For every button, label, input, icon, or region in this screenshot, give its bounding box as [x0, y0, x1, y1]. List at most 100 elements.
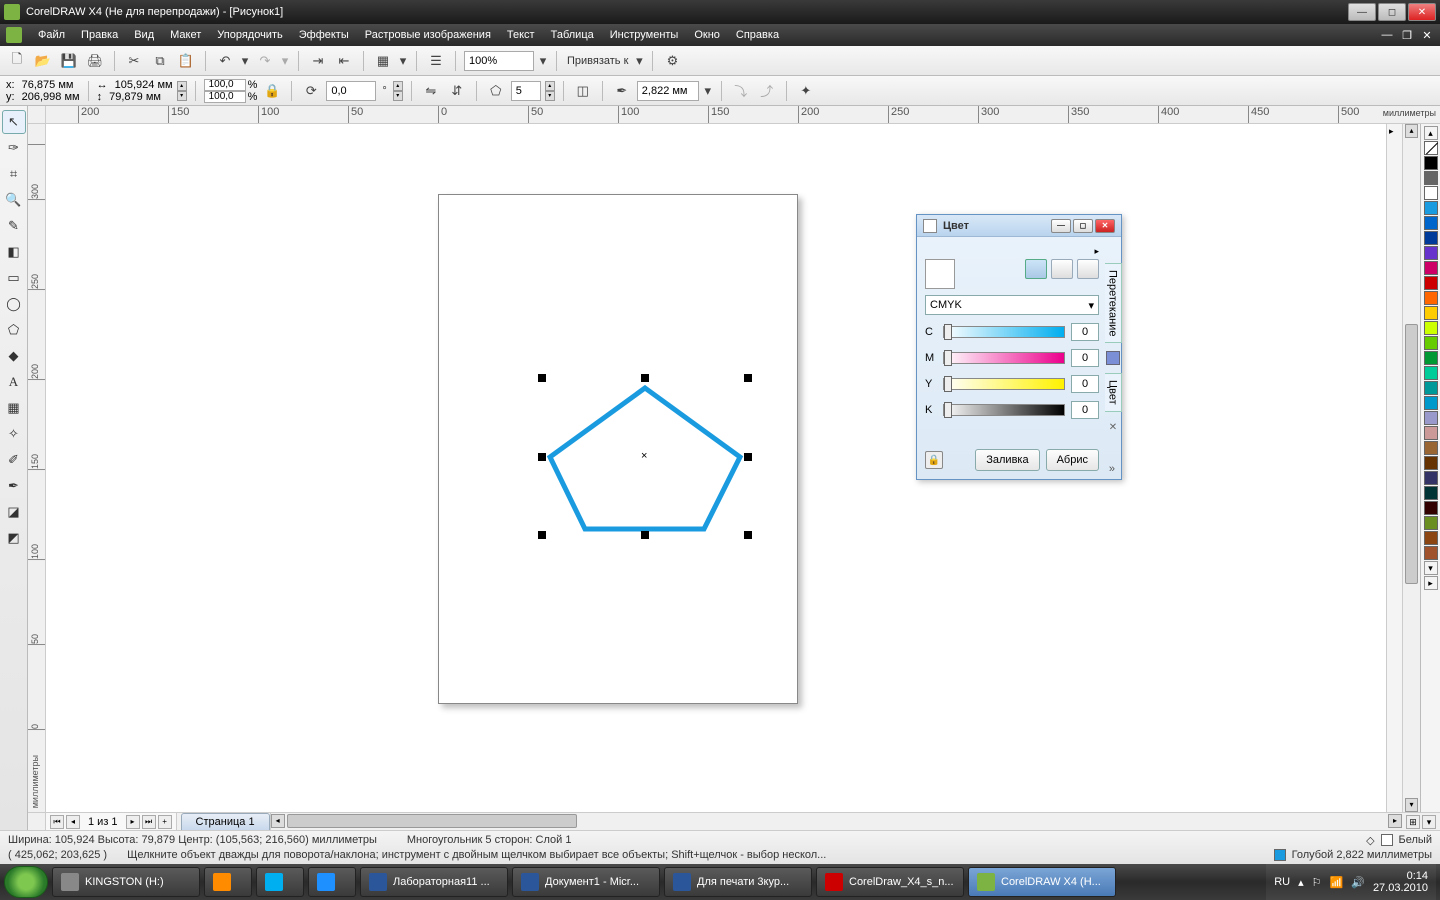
table-tool[interactable]: ▦ — [2, 396, 26, 420]
palette-swatch[interactable] — [1424, 321, 1438, 335]
undo-button[interactable]: ↶ — [214, 50, 236, 72]
scroll-right-button[interactable]: ▸ — [1388, 814, 1402, 828]
selection-center[interactable]: × — [641, 450, 647, 462]
vertical-ruler[interactable]: миллиметры 300250200150100500 — [28, 124, 46, 812]
side-tab-close[interactable]: ✕ — [1106, 420, 1121, 435]
interactive-tool[interactable]: ✧ — [2, 422, 26, 446]
selection-handle[interactable] — [744, 374, 752, 382]
welcome-button[interactable]: ☰ — [425, 50, 447, 72]
palette-swatch[interactable] — [1424, 291, 1438, 305]
rotation-spinner[interactable]: ▴▾ — [393, 81, 403, 101]
palette-swatch[interactable] — [1424, 231, 1438, 245]
navigator-button[interactable]: ⊞ — [1406, 815, 1420, 829]
pick-tool[interactable]: ↖ — [2, 110, 26, 134]
lock-button[interactable]: 🔒 — [925, 451, 943, 469]
side-tab-blend[interactable]: Перетекание — [1105, 263, 1122, 343]
app-launcher-button[interactable]: ▦ — [372, 50, 394, 72]
polygon-tool[interactable]: ⬠ — [2, 318, 26, 342]
print-button[interactable]: 🖨 — [84, 50, 106, 72]
docker-strip[interactable]: ▸ — [1386, 124, 1402, 812]
scale-x-input[interactable] — [204, 79, 246, 91]
channel-slider[interactable] — [943, 352, 1065, 364]
doc-minimize-button[interactable]: — — [1380, 29, 1394, 42]
outline-width-input[interactable] — [637, 81, 699, 101]
taskbar-item[interactable]: Лабораторная11 ... — [360, 867, 508, 897]
no-color-swatch[interactable] — [1424, 141, 1438, 155]
selection-handle[interactable] — [538, 374, 546, 382]
side-tab-color-swatch[interactable] — [1106, 351, 1120, 365]
channel-value[interactable]: 0 — [1071, 323, 1099, 341]
zoom-dropdown[interactable]: ▾ — [538, 50, 548, 72]
docker-menu-button[interactable]: ▸ — [1094, 246, 1099, 256]
snap-dropdown[interactable]: ▾ — [634, 50, 644, 72]
doc-restore-button[interactable]: ❐ — [1400, 29, 1414, 42]
palette-swatch[interactable] — [1424, 336, 1438, 350]
palette-swatch[interactable] — [1424, 546, 1438, 560]
scroll-down-button[interactable]: ▾ — [1405, 798, 1418, 812]
save-button[interactable]: 💾 — [58, 50, 80, 72]
palette-swatch[interactable] — [1424, 456, 1438, 470]
rectangle-tool[interactable]: ▭ — [2, 266, 26, 290]
palette-swatch[interactable] — [1424, 276, 1438, 290]
mirror-v-button[interactable]: ⇵ — [446, 80, 468, 102]
undo-dropdown[interactable]: ▾ — [240, 50, 250, 72]
taskbar-item[interactable] — [204, 867, 252, 897]
redo-button[interactable]: ↷ — [254, 50, 276, 72]
tray-flag-icon[interactable]: ⚐ — [1312, 876, 1322, 889]
palette-swatch[interactable] — [1424, 531, 1438, 545]
palette-tab[interactable] — [1077, 259, 1099, 279]
selection-handle[interactable] — [744, 531, 752, 539]
palette-swatch[interactable] — [1424, 201, 1438, 215]
palette-swatch[interactable] — [1424, 501, 1438, 515]
language-indicator[interactable]: RU — [1274, 876, 1290, 888]
palette-swatch[interactable] — [1424, 441, 1438, 455]
selection-handle[interactable] — [744, 453, 752, 461]
next-page-button[interactable]: ▸ — [126, 815, 140, 829]
taskbar-item[interactable]: Для печати 3кур... — [664, 867, 812, 897]
horizontal-ruler[interactable]: миллиметры 20015010050050100150200250300… — [28, 106, 1440, 124]
menu-table[interactable]: Таблица — [543, 24, 602, 46]
menu-edit[interactable]: Правка — [73, 24, 126, 46]
taskbar-item[interactable]: Документ1 - Micr... — [512, 867, 660, 897]
palette-swatch[interactable] — [1424, 366, 1438, 380]
docker-titlebar[interactable]: Цвет — ◻ ✕ — [917, 215, 1121, 237]
menu-arrange[interactable]: Упорядочить — [209, 24, 290, 46]
scroll-left-button[interactable]: ◂ — [271, 814, 285, 828]
doc-close-button[interactable]: ✕ — [1420, 29, 1434, 42]
palette-scroll-down[interactable]: ▾ — [1424, 561, 1438, 575]
redo-dropdown[interactable]: ▾ — [280, 50, 290, 72]
outline-tool[interactable]: ✒ — [2, 474, 26, 498]
text-tool[interactable]: A — [2, 370, 26, 394]
channel-value[interactable]: 0 — [1071, 375, 1099, 393]
menu-effects[interactable]: Эффекты — [291, 24, 357, 46]
outline-dropdown[interactable]: ▾ — [703, 80, 713, 102]
docker-close-button[interactable]: ✕ — [1095, 219, 1115, 233]
fill-button[interactable]: Заливка — [975, 449, 1039, 471]
interactive-fill-tool[interactable]: ◩ — [2, 526, 26, 550]
page-tab[interactable]: Страница 1 — [181, 813, 270, 830]
menu-layout[interactable]: Макет — [162, 24, 209, 46]
smart-fill-tool[interactable]: ◧ — [2, 240, 26, 264]
taskbar-item[interactable]: CorelDRAW X4 (Н... — [968, 867, 1116, 897]
outline-swatch[interactable] — [1274, 849, 1286, 861]
channel-value[interactable]: 0 — [1071, 401, 1099, 419]
basic-shapes-tool[interactable]: ◆ — [2, 344, 26, 368]
vertical-scrollbar[interactable]: ▴ ▾ — [1402, 124, 1420, 812]
order-button[interactable]: ⤴ — [756, 80, 778, 102]
taskbar-item[interactable]: CorelDraw_X4_s_n... — [816, 867, 964, 897]
open-button[interactable]: 📂 — [32, 50, 54, 72]
docker-expand[interactable]: » — [1109, 463, 1115, 475]
export-button[interactable]: ⇤ — [333, 50, 355, 72]
menu-file[interactable]: Файл — [30, 24, 73, 46]
prev-page-button[interactable]: ◂ — [66, 815, 80, 829]
crop-tool[interactable]: ⌗ — [2, 162, 26, 186]
palette-swatch[interactable] — [1424, 156, 1438, 170]
convert-button[interactable]: ✦ — [795, 80, 817, 102]
ruler-origin[interactable] — [28, 106, 46, 124]
palette-swatch[interactable] — [1424, 486, 1438, 500]
tray-arrow-icon[interactable]: ▴ — [1298, 876, 1304, 889]
menu-view[interactable]: Вид — [126, 24, 162, 46]
zoom-input[interactable] — [464, 51, 534, 71]
sliders-tab[interactable] — [1025, 259, 1047, 279]
scale-y-input[interactable] — [204, 91, 246, 103]
